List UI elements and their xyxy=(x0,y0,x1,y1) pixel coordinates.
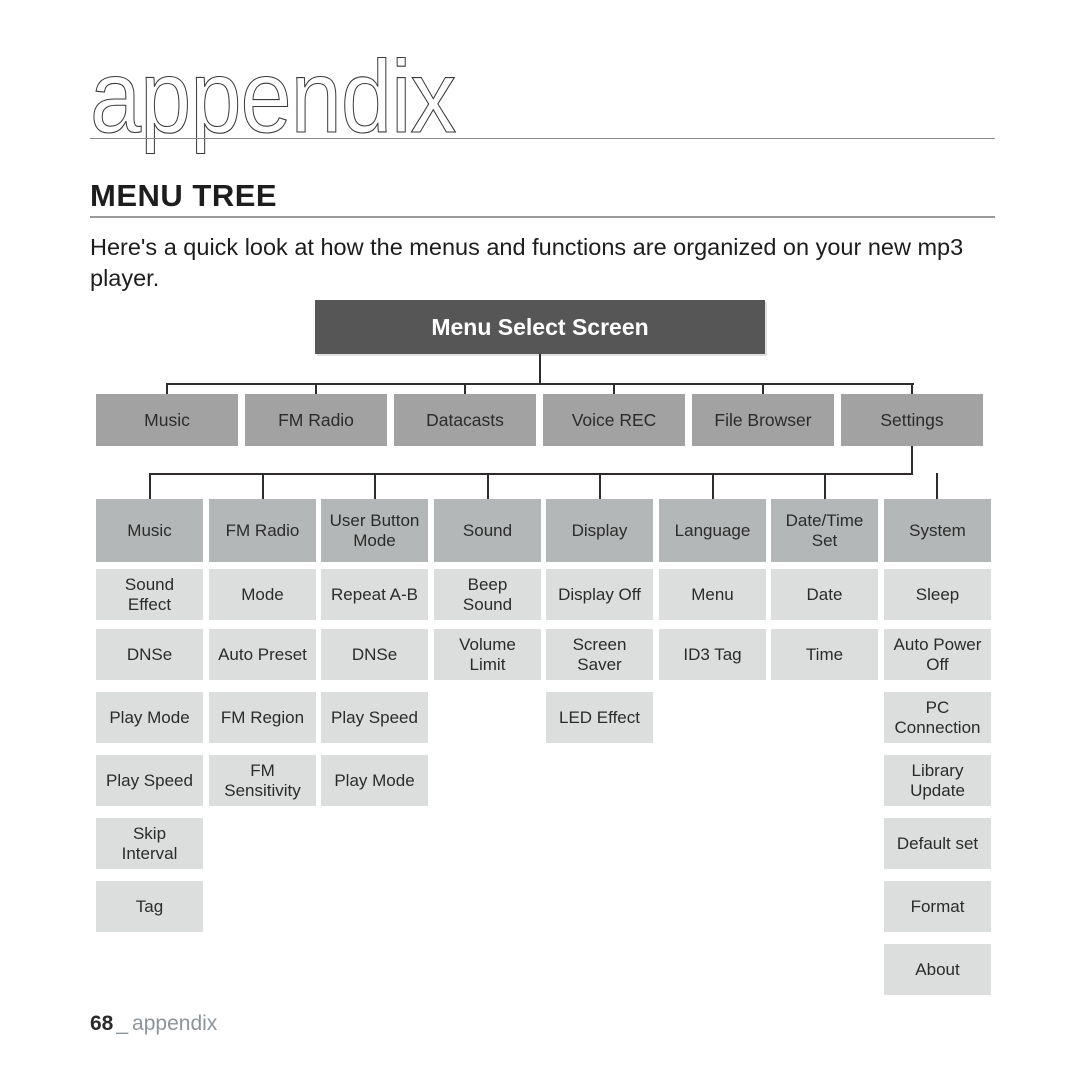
level1-node-fm-radio[interactable]: FM Radio xyxy=(245,394,387,446)
level1-node-music[interactable]: Music xyxy=(96,394,238,446)
section-heading: MENU TREE xyxy=(90,178,278,213)
level1-node-voice-rec[interactable]: Voice REC xyxy=(543,394,685,446)
sub-item-fm-radio-0[interactable]: Mode xyxy=(209,569,316,620)
sub-item-system-6[interactable]: About xyxy=(884,944,991,995)
sub-item-user-button-mode-3[interactable]: Play Mode xyxy=(321,755,428,806)
connector-drop-col-language xyxy=(712,473,714,499)
level1-node-file-browser[interactable]: File Browser xyxy=(692,394,834,446)
header-divider xyxy=(90,138,995,139)
connector-drop-col-fm-radio xyxy=(262,473,264,499)
connector-drop-col-sound xyxy=(487,473,489,499)
level2-header-display[interactable]: Display xyxy=(546,499,653,562)
sub-item-language-1[interactable]: ID3 Tag xyxy=(659,629,766,680)
sub-item-system-2[interactable]: PC Connection xyxy=(884,692,991,743)
level1-node-datacasts[interactable]: Datacasts xyxy=(394,394,536,446)
level2-header-music[interactable]: Music xyxy=(96,499,203,562)
sub-item-user-button-mode-2[interactable]: Play Speed xyxy=(321,692,428,743)
sub-item-music-5[interactable]: Tag xyxy=(96,881,203,932)
connector-root-stem xyxy=(539,354,541,383)
sub-item-music-4[interactable]: Skip Interval xyxy=(96,818,203,869)
sub-item-display-0[interactable]: Display Off xyxy=(546,569,653,620)
sub-item-music-1[interactable]: DNSe xyxy=(96,629,203,680)
connector-drop-col-system xyxy=(936,473,938,499)
sub-item-system-3[interactable]: Library Update xyxy=(884,755,991,806)
sub-item-music-2[interactable]: Play Mode xyxy=(96,692,203,743)
connector-level1-bus xyxy=(166,383,914,385)
footer-separator: _ xyxy=(116,1012,129,1035)
sub-item-display-2[interactable]: LED Effect xyxy=(546,692,653,743)
footer-label: appendix xyxy=(132,1012,218,1035)
page-header: appendix xyxy=(89,45,995,150)
level2-header-language[interactable]: Language xyxy=(659,499,766,562)
sub-item-user-button-mode-0[interactable]: Repeat A-B xyxy=(321,569,428,620)
level1-node-settings[interactable]: Settings xyxy=(841,394,983,446)
sub-item-display-1[interactable]: Screen Saver xyxy=(546,629,653,680)
level2-header-sound[interactable]: Sound xyxy=(434,499,541,562)
level2-header-system[interactable]: System xyxy=(884,499,991,562)
sub-item-music-0[interactable]: Sound Effect xyxy=(96,569,203,620)
sub-item-date-time-set-1[interactable]: Time xyxy=(771,629,878,680)
menu-select-screen-node[interactable]: Menu Select Screen xyxy=(315,300,765,354)
sub-item-sound-1[interactable]: Volume Limit xyxy=(434,629,541,680)
page-title: appendix xyxy=(89,40,456,155)
level2-header-fm-radio[interactable]: FM Radio xyxy=(209,499,316,562)
sub-item-music-3[interactable]: Play Speed xyxy=(96,755,203,806)
connector-settings-stem xyxy=(911,446,913,473)
sub-item-system-0[interactable]: Sleep xyxy=(884,569,991,620)
page-footer: 68 _ appendix xyxy=(90,1012,217,1036)
sub-item-fm-radio-3[interactable]: FM Sensitivity xyxy=(209,755,316,806)
sub-item-language-0[interactable]: Menu xyxy=(659,569,766,620)
sub-item-system-4[interactable]: Default set xyxy=(884,818,991,869)
connector-drop-col-display xyxy=(599,473,601,499)
connector-drop-col-music xyxy=(149,473,151,499)
intro-paragraph: Here's a quick look at how the menus and… xyxy=(90,234,964,291)
section-divider xyxy=(90,216,995,218)
sub-item-user-button-mode-1[interactable]: DNSe xyxy=(321,629,428,680)
sub-item-fm-radio-1[interactable]: Auto Preset xyxy=(209,629,316,680)
sub-item-system-5[interactable]: Format xyxy=(884,881,991,932)
sub-item-system-1[interactable]: Auto Power Off xyxy=(884,629,991,680)
connector-drop-col-date-time xyxy=(824,473,826,499)
sub-item-sound-0[interactable]: Beep Sound xyxy=(434,569,541,620)
menu-tree-diagram: Menu Select Screen Music FM Radio Dataca… xyxy=(0,0,1080,1080)
connector-drop-col-user-button-mode xyxy=(374,473,376,499)
sub-item-date-time-set-0[interactable]: Date xyxy=(771,569,878,620)
footer-page-number: 68 xyxy=(90,1012,114,1035)
level2-header-date-time-set[interactable]: Date/Time Set xyxy=(771,499,878,562)
sub-item-fm-radio-2[interactable]: FM Region xyxy=(209,692,316,743)
level2-header-user-button-mode[interactable]: User Button Mode xyxy=(321,499,428,562)
